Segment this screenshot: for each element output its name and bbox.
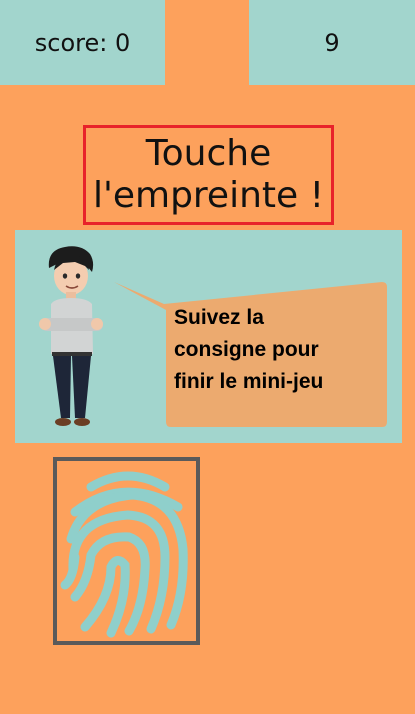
instruction-line-1: Touche xyxy=(145,133,272,174)
timer-box: 9 xyxy=(249,0,415,85)
avatar-character-icon xyxy=(39,246,103,426)
instruction-title: Touche l'empreinte ! xyxy=(83,125,334,225)
dialog-line-3: finir le mini-jeu xyxy=(174,370,324,393)
dialog-line-1: Suivez la xyxy=(174,306,264,329)
dialog-line-2: consigne pour xyxy=(174,338,319,361)
dialog-panel: Suivez la consigne pour finir le mini-je… xyxy=(15,230,402,443)
score-box: score: 0 xyxy=(0,0,165,85)
speech-bubble: Suivez la consigne pour finir le mini-je… xyxy=(114,282,387,427)
fingerprint-icon[interactable] xyxy=(53,457,200,645)
score-label: score: 0 xyxy=(34,28,131,57)
instruction-line-2: l'empreinte ! xyxy=(92,175,325,216)
game-screen: score: 0 9 Touche l'empreinte ! Suivez l… xyxy=(0,0,415,714)
timer-value: 9 xyxy=(324,28,340,57)
dialog-text: Suivez la consigne pour finir le mini-je… xyxy=(174,302,384,398)
